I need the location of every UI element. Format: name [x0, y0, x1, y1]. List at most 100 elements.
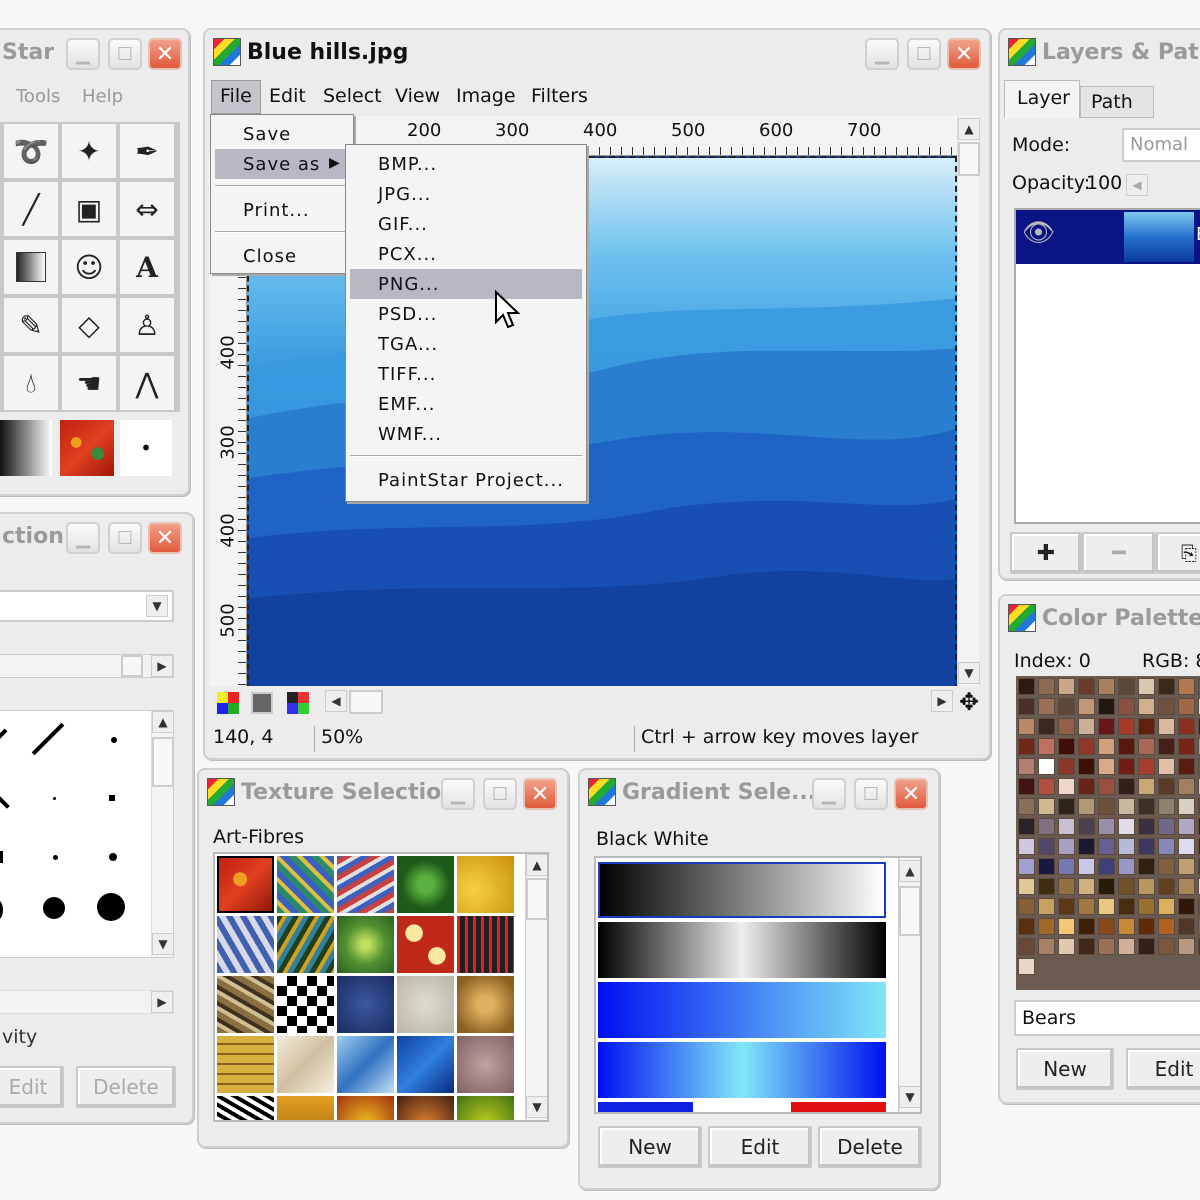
color-swatch[interactable]: [1158, 678, 1175, 695]
remove-layer-button[interactable]: ━: [1082, 532, 1156, 574]
gradient-blue-cyan-blue[interactable]: [598, 1042, 886, 1098]
color-swatch[interactable]: [1138, 678, 1155, 695]
color-swatch[interactable]: [1178, 778, 1195, 795]
gradient-blue-cyan[interactable]: [598, 982, 886, 1038]
texture-thumb[interactable]: [457, 1096, 514, 1120]
color-swatch[interactable]: [1058, 938, 1075, 955]
brush-dot-icon[interactable]: [109, 853, 117, 861]
close-button[interactable]: ✕: [523, 778, 557, 810]
menu-select[interactable]: Select: [323, 85, 382, 107]
magic-wand-tool-icon[interactable]: ✦: [62, 124, 118, 180]
texture-thumb[interactable]: [457, 1036, 514, 1093]
color-swatch[interactable]: [1038, 838, 1055, 855]
swatch-grid[interactable]: [1016, 676, 1200, 990]
color-swatch[interactable]: [1138, 698, 1155, 715]
delete-gradient-button[interactable]: Delete: [818, 1126, 922, 1168]
color-swatch[interactable]: [1058, 798, 1075, 815]
texture-thumb[interactable]: [277, 1036, 334, 1093]
color-swatch[interactable]: [1158, 938, 1175, 955]
color-swatch[interactable]: [1118, 858, 1135, 875]
color-swatch[interactable]: [1078, 898, 1095, 915]
color-swatch[interactable]: [1018, 958, 1035, 975]
color-swatch[interactable]: [1058, 698, 1075, 715]
brush-type-dropdown[interactable]: ▼: [0, 590, 174, 622]
close-button[interactable]: ✕: [894, 778, 928, 810]
menu-edit[interactable]: Edit: [269, 85, 306, 107]
add-layer-button[interactable]: ✚: [1010, 532, 1082, 574]
color-swatch[interactable]: [1078, 878, 1095, 895]
menu-item-save[interactable]: Save: [215, 119, 349, 149]
brush-size-slider[interactable]: ▶: [0, 654, 174, 678]
color-swatch[interactable]: [1178, 918, 1195, 935]
menu-item-tiff[interactable]: TIFF...: [350, 359, 582, 389]
color-swatch[interactable]: [1098, 938, 1115, 955]
scroll-thumb[interactable]: [899, 886, 920, 936]
color-swatch[interactable]: [1118, 918, 1135, 935]
text-tool-icon[interactable]: A: [120, 240, 176, 296]
color-swatch[interactable]: [1098, 758, 1115, 775]
color-swatch[interactable]: [1058, 778, 1075, 795]
texture-thumb[interactable]: [397, 1036, 454, 1093]
color-swatch[interactable]: [1098, 898, 1115, 915]
color-swatch[interactable]: [1018, 778, 1035, 795]
color-swatch[interactable]: [1138, 798, 1155, 815]
color-swatch[interactable]: [1098, 858, 1115, 875]
brush-dot-icon[interactable]: [111, 737, 117, 743]
gradient-black-white-black[interactable]: [598, 922, 886, 978]
texture-thumb[interactable]: [337, 1036, 394, 1093]
color-swatch[interactable]: [1158, 778, 1175, 795]
color-swatch[interactable]: [1178, 758, 1195, 775]
color-swatch[interactable]: [1058, 818, 1075, 835]
color-swatch[interactable]: [1038, 778, 1055, 795]
brush-dot-icon[interactable]: [53, 797, 56, 800]
texture-thumb[interactable]: [217, 856, 274, 913]
texture-thumb[interactable]: [337, 916, 394, 973]
gradient-blue-red[interactable]: [598, 1102, 886, 1112]
texture-thumb[interactable]: [457, 856, 514, 913]
color-swatch[interactable]: [1058, 718, 1075, 735]
menu-item-paintstar-project[interactable]: PaintStar Project...: [350, 465, 582, 495]
color-swatch[interactable]: [1098, 878, 1115, 895]
edit-button[interactable]: Edit: [0, 1066, 64, 1108]
new-gradient-button[interactable]: New: [598, 1126, 702, 1168]
color-swatch[interactable]: [1178, 738, 1195, 755]
minimize-button[interactable]: ▁: [66, 38, 100, 70]
canvas-vscrollbar[interactable]: ▲ ▼: [957, 116, 980, 686]
color-swatch[interactable]: [1018, 678, 1035, 695]
maximize-button[interactable]: ☐: [108, 38, 142, 70]
compass-tool-icon[interactable]: ⋀: [120, 356, 176, 412]
color-swatch[interactable]: [1178, 798, 1195, 815]
color-swatch[interactable]: [1098, 918, 1115, 935]
lasso-tool-icon[interactable]: ➰: [4, 124, 60, 180]
smudge-tool-icon[interactable]: ☚: [62, 356, 118, 412]
color-swatch[interactable]: [1118, 938, 1135, 955]
color-swatch[interactable]: [1178, 838, 1195, 855]
color-swatch[interactable]: [1058, 858, 1075, 875]
chevron-right-icon[interactable]: ▶: [151, 655, 173, 677]
color-swatch[interactable]: [1078, 858, 1095, 875]
minimize-button[interactable]: ▁: [66, 522, 100, 554]
texture-thumb[interactable]: [277, 916, 334, 973]
minimize-button[interactable]: ▁: [865, 38, 899, 70]
color-swatch[interactable]: [1078, 838, 1095, 855]
close-button[interactable]: ✕: [148, 38, 182, 70]
maximize-button[interactable]: ☐: [483, 778, 517, 810]
texture-thumb[interactable]: [397, 1096, 454, 1120]
brush-diagonal-icon[interactable]: [0, 728, 8, 746]
color-swatch[interactable]: [1158, 878, 1175, 895]
menu-help[interactable]: Help: [82, 86, 123, 107]
color-swatch[interactable]: [1158, 818, 1175, 835]
duplicate-layer-button[interactable]: ⎘: [1156, 532, 1200, 574]
color-swatch[interactable]: [1038, 798, 1055, 815]
chevron-down-icon[interactable]: ▼: [152, 933, 173, 955]
color-swatch[interactable]: [1078, 738, 1095, 755]
menu-item-close[interactable]: Close: [215, 241, 349, 271]
gradient-black-white[interactable]: [598, 862, 886, 918]
horizontal-scrollbar[interactable]: ▶: [0, 990, 174, 1014]
color-swatch[interactable]: [1138, 818, 1155, 835]
layer-row[interactable]: 👁︎ B: [1016, 210, 1200, 264]
menu-tools[interactable]: Tools: [16, 86, 60, 107]
texture-thumb[interactable]: [217, 916, 274, 973]
color-swatch[interactable]: [1058, 918, 1075, 935]
color-swatch[interactable]: [1078, 818, 1095, 835]
